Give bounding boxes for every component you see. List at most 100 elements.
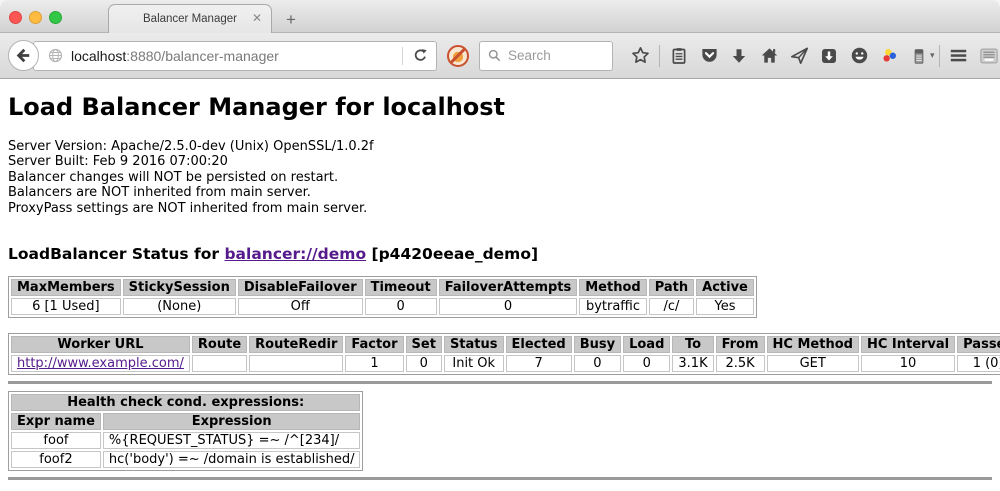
- col-expression: Expression: [103, 413, 361, 430]
- table-row: http://www.example.com/ 1 0 Init Ok 7 0 …: [11, 355, 1000, 372]
- cell-timeout: 0: [365, 298, 437, 315]
- col-expr-name: Expr name: [11, 413, 101, 430]
- col-status: Status: [444, 336, 504, 353]
- table-row: 6 [1 Used] (None) Off 0 0 bytraffic /c/ …: [11, 298, 754, 315]
- balancer-params-table: MaxMembers StickySession DisableFailover…: [8, 276, 757, 318]
- cell-expr-name: foof: [11, 432, 101, 449]
- worker-table: Worker URL Route RouteRedir Factor Set S…: [8, 333, 1000, 375]
- health-check-table: Health check cond. expressions: Expr nam…: [8, 391, 363, 471]
- traffic-lights: [9, 11, 62, 24]
- flash-blocked-icon[interactable]: [446, 44, 470, 68]
- col-stickysession: StickySession: [123, 279, 236, 296]
- colored-dots-icon[interactable]: [874, 41, 904, 71]
- table-header-row: MaxMembers StickySession DisableFailover…: [11, 279, 754, 296]
- cell-expression: %{REQUEST_STATUS} =~ /^[234]/: [103, 432, 361, 449]
- server-info: Server Version: Apache/2.5.0-dev (Unix) …: [8, 139, 992, 216]
- send-plane-icon[interactable]: [784, 41, 814, 71]
- search-icon: [488, 49, 501, 62]
- cell-hc-interval: 10: [861, 355, 955, 372]
- lb-heading-suffix: [p4420eeae_demo]: [372, 245, 539, 263]
- cell-load: 0: [623, 355, 670, 372]
- cell-path: /c/: [649, 298, 694, 315]
- cell-status: Init Ok: [444, 355, 504, 372]
- col-load: Load: [623, 336, 670, 353]
- toolbar-separator: [939, 45, 940, 67]
- cell-passes: 1 (0): [957, 355, 1000, 372]
- pocket-icon[interactable]: [694, 41, 724, 71]
- col-disablefailover: DisableFailover: [238, 279, 363, 296]
- home-icon[interactable]: [754, 41, 784, 71]
- download-icon[interactable]: [724, 41, 754, 71]
- cell-busy: 0: [574, 355, 621, 372]
- table-header-row: Expr name Expression: [11, 413, 360, 430]
- cell-method: bytraffic: [579, 298, 646, 315]
- balancer-link[interactable]: balancer://demo: [224, 245, 366, 263]
- table-row: foof2 hc('body') =~ /domain is establish…: [11, 451, 360, 468]
- col-active: Active: [696, 279, 754, 296]
- urlbar-separator: [402, 47, 403, 65]
- health-table-title: Health check cond. expressions:: [11, 394, 360, 411]
- cell-hc-method: GET: [767, 355, 859, 372]
- divider: [8, 477, 992, 480]
- cell-from: 2.5K: [716, 355, 765, 372]
- col-method: Method: [579, 279, 646, 296]
- cell-to: 3.1K: [672, 355, 713, 372]
- col-factor: Factor: [345, 336, 403, 353]
- search-input[interactable]: [508, 48, 606, 63]
- col-maxmembers: MaxMembers: [11, 279, 121, 296]
- table-header-row: Worker URL Route RouteRedir Factor Set S…: [11, 336, 1000, 353]
- close-window-button[interactable]: [9, 11, 22, 24]
- url-path: :8880/balancer-manager: [126, 48, 279, 64]
- persist-notice-line: Balancer changes will NOT be persisted o…: [8, 170, 992, 185]
- inherit-notice-line: Balancers are NOT inherited from main se…: [8, 185, 992, 200]
- clipboard-icon[interactable]: [664, 41, 694, 71]
- table-title-row: Health check cond. expressions:: [11, 394, 360, 411]
- table-row: foof %{REQUEST_STATUS} =~ /^[234]/: [11, 432, 360, 449]
- cell-routeredir: [249, 355, 343, 372]
- lb-heading-prefix: LoadBalancer Status for: [8, 245, 219, 263]
- search-box[interactable]: [479, 41, 613, 71]
- url-domain: localhost: [71, 48, 126, 64]
- proxypass-notice-line: ProxyPass settings are NOT inherited fro…: [8, 201, 992, 216]
- cell-expression: hc('body') =~ /domain is established/: [103, 451, 361, 468]
- page-title: Load Balancer Manager for localhost: [8, 93, 992, 121]
- col-busy: Busy: [574, 336, 621, 353]
- box-download-icon[interactable]: [814, 41, 844, 71]
- zoom-window-button[interactable]: [49, 11, 62, 24]
- toolbar-separator: [659, 45, 660, 67]
- url-text: localhost:8880/balancer-manager: [71, 48, 401, 64]
- col-from: From: [716, 336, 765, 353]
- col-timeout: Timeout: [365, 279, 437, 296]
- tab-close-icon[interactable]: ✕: [252, 12, 262, 24]
- col-route: Route: [192, 336, 247, 353]
- url-bar[interactable]: localhost:8880/balancer-manager: [33, 41, 437, 71]
- minimize-window-button[interactable]: [29, 11, 42, 24]
- cell-failoverattempts: 0: [439, 298, 578, 315]
- back-button[interactable]: [8, 40, 39, 71]
- browser-window: Balancer Manager ✕ + localhost:8880/bala…: [0, 0, 1000, 491]
- cell-worker-url: http://www.example.com/: [11, 355, 190, 372]
- col-worker-url: Worker URL: [11, 336, 190, 353]
- globe-icon[interactable]: [48, 48, 63, 63]
- col-hc-method: HC Method: [767, 336, 859, 353]
- cell-disablefailover: Off: [238, 298, 363, 315]
- new-tab-button[interactable]: +: [286, 11, 296, 28]
- col-to: To: [672, 336, 713, 353]
- cell-expr-name: foof2: [11, 451, 101, 468]
- col-routeredir: RouteRedir: [249, 336, 343, 353]
- keyboard-icon[interactable]: [974, 41, 1000, 71]
- col-hc-interval: HC Interval: [861, 336, 955, 353]
- tab-title: Balancer Manager: [143, 13, 237, 25]
- smiley-icon[interactable]: [844, 41, 874, 71]
- page-content: Load Balancer Manager for localhost Serv…: [0, 79, 1000, 490]
- dropdown-caret-icon[interactable]: ▾: [930, 50, 935, 61]
- loadbalancer-heading: LoadBalancer Status for balancer://demo …: [8, 245, 992, 263]
- menu-icon[interactable]: [944, 41, 974, 71]
- reload-button[interactable]: [404, 42, 436, 70]
- tab-balancer-manager[interactable]: Balancer Manager ✕: [108, 4, 272, 33]
- back-icon: [15, 47, 32, 64]
- cell-active: Yes: [696, 298, 754, 315]
- cell-route: [192, 355, 247, 372]
- bookmark-star-icon[interactable]: [625, 41, 655, 71]
- worker-url-link[interactable]: http://www.example.com/: [17, 356, 184, 371]
